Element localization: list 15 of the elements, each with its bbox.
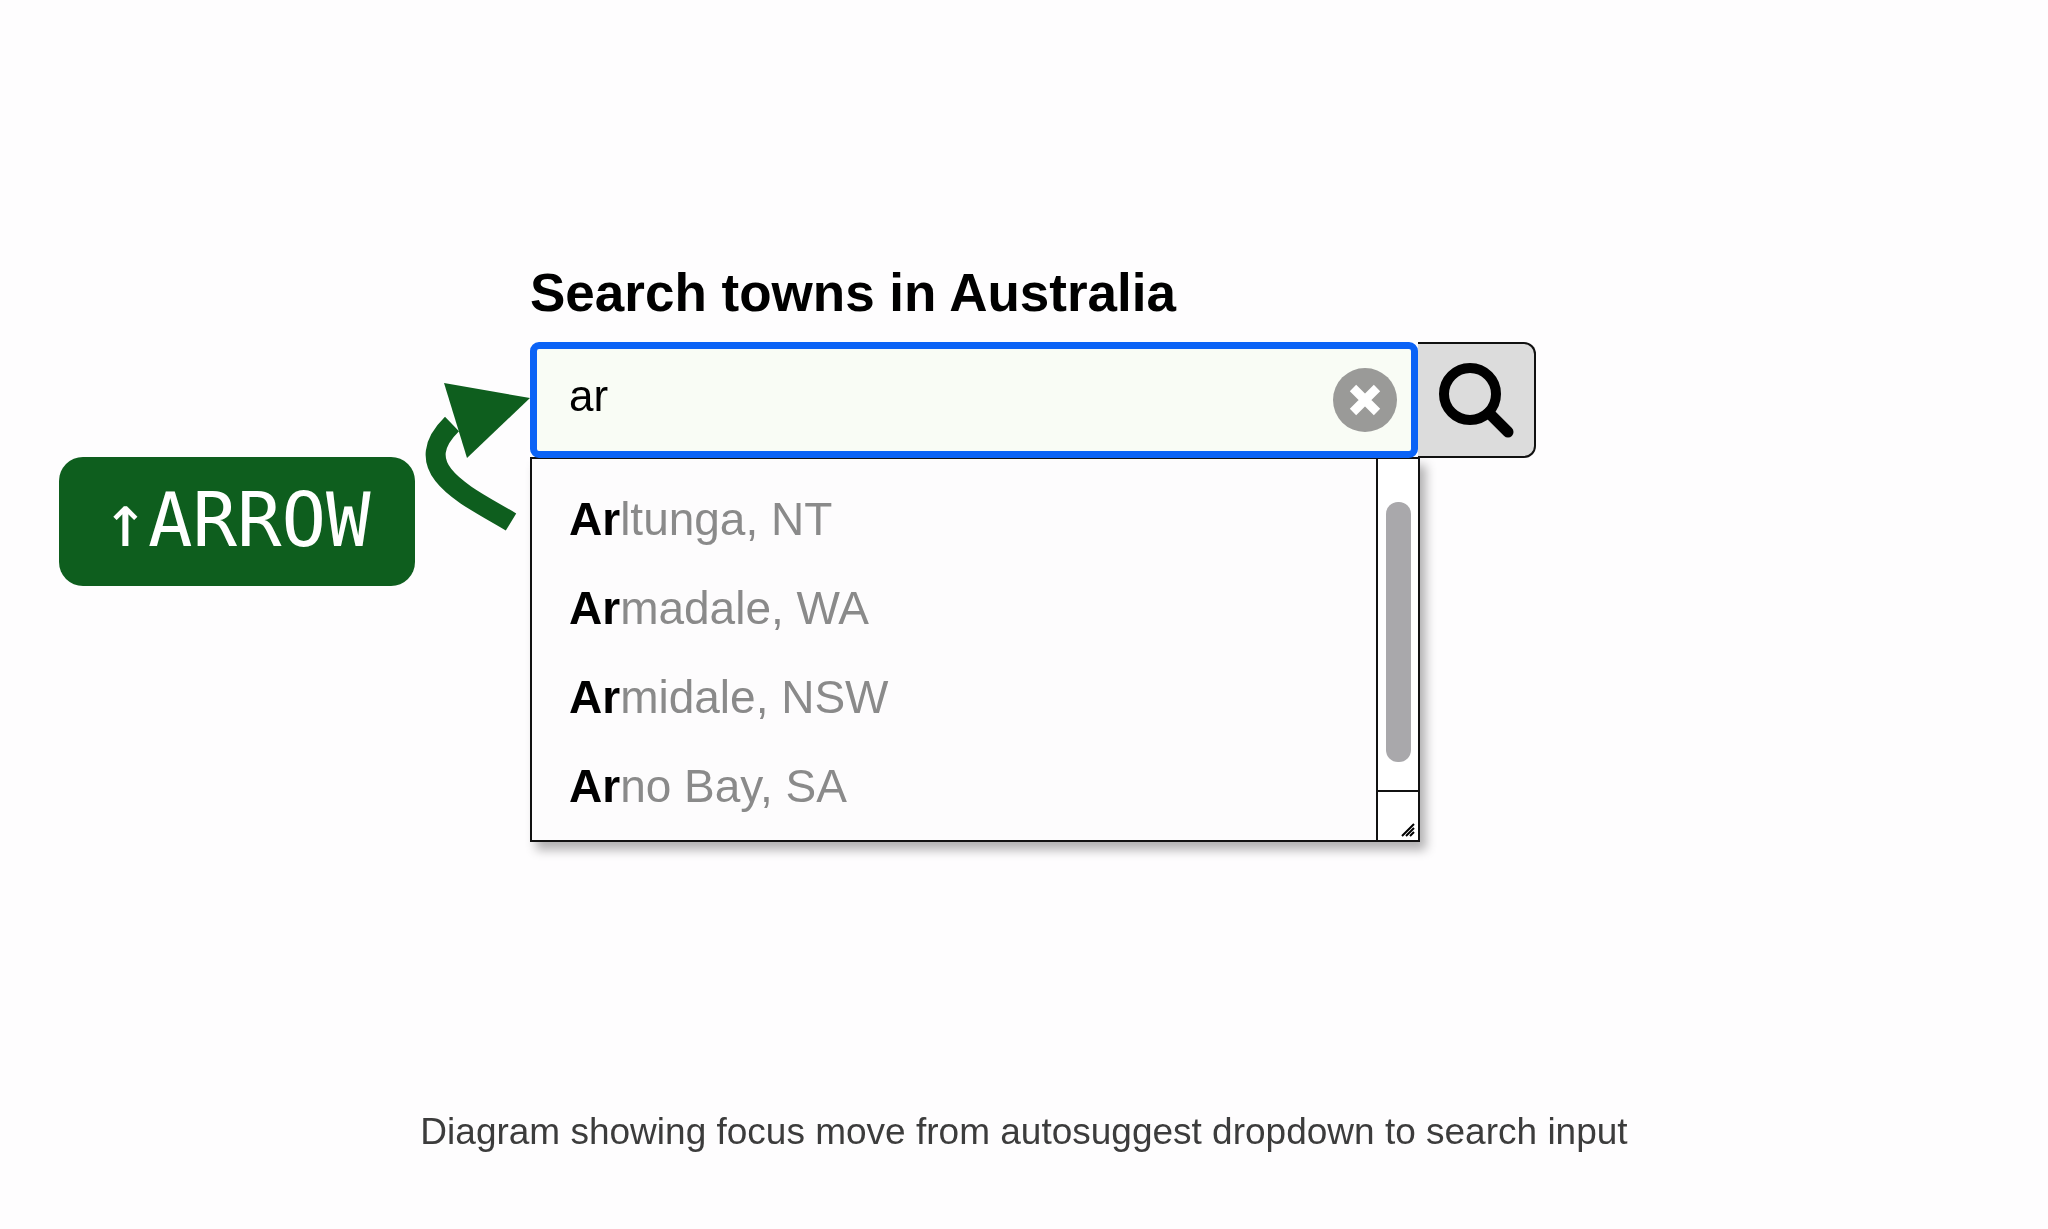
suggestion-item[interactable]: Armidale, NSW xyxy=(532,653,1376,742)
suggestion-item[interactable]: Armadale, WA xyxy=(532,564,1376,653)
clear-icon xyxy=(1333,368,1397,432)
scrollbar[interactable] xyxy=(1376,459,1418,840)
suggestion-item[interactable]: Arltunga, NT xyxy=(532,475,1376,564)
diagram-caption: Diagram showing focus move from autosuggest dropdown to search input xyxy=(420,1110,1628,1153)
search-heading: Search towns in Australia xyxy=(530,262,1176,323)
resize-grip-icon[interactable] xyxy=(1401,823,1415,837)
suggestion-item[interactable]: Arno Bay, SA xyxy=(532,742,1376,831)
search-icon xyxy=(1438,362,1514,438)
keyboard-key: ↑ARROW xyxy=(59,457,415,586)
scrollbar-thumb[interactable] xyxy=(1386,502,1411,762)
search-button[interactable] xyxy=(1418,342,1536,458)
clear-button[interactable] xyxy=(1333,368,1397,432)
search-field[interactable]: ar xyxy=(530,342,1418,458)
